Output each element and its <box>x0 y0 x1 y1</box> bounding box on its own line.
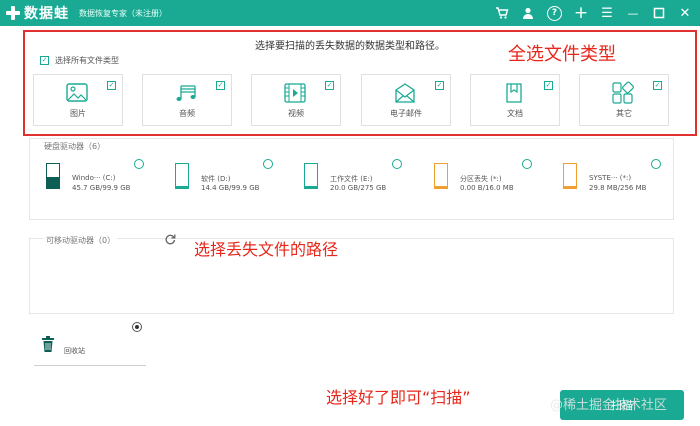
checkbox-icon[interactable]: ✓ <box>216 81 225 90</box>
drive-radio[interactable] <box>392 159 402 169</box>
file-type-label: 音频 <box>179 109 195 118</box>
drive-size: 0.00 B/16.0 MB <box>460 184 514 192</box>
drive-icon <box>304 163 318 189</box>
drive-size: 20.0 GB/275 GB <box>330 184 387 192</box>
video-icon <box>284 83 306 103</box>
file-type-other[interactable]: ✓ 其它 <box>579 74 669 126</box>
drive-name: 工作文件 (E:) <box>330 175 373 183</box>
checkbox-icon[interactable]: ✓ <box>107 81 116 90</box>
logo-plus-icon <box>6 6 20 20</box>
image-icon <box>66 83 88 102</box>
file-type-email[interactable]: ✓ 电子邮件 <box>361 74 451 126</box>
menu-icon[interactable]: ☰ <box>600 6 614 20</box>
lost-partition-icon <box>434 163 448 189</box>
drive-name: SYSTE··· (*:) <box>589 174 632 182</box>
file-type-label: 其它 <box>616 109 632 118</box>
drive-size: 14.4 GB/99.9 GB <box>201 184 260 192</box>
file-type-video[interactable]: ✓ 视频 <box>251 74 341 126</box>
lost-partition-icon <box>563 163 577 189</box>
drive-item[interactable]: SYSTE··· (*:) 29.8 MB/256 MB <box>549 139 669 192</box>
file-type-image[interactable]: ✓ 图片 <box>33 74 123 126</box>
file-type-label: 电子邮件 <box>390 109 422 118</box>
select-all-label: 选择所有文件类型 <box>55 56 119 65</box>
checkbox-icon[interactable]: ✓ <box>435 81 444 90</box>
refresh-icon[interactable] <box>164 233 176 245</box>
checkbox-icon[interactable]: ✓ <box>325 81 334 90</box>
email-icon <box>395 83 415 103</box>
checkbox-icon[interactable]: ✓ <box>40 56 49 65</box>
recycle-bin-icon <box>42 336 54 352</box>
removable-drives-panel: 可移动驱动器（0） <box>29 235 674 314</box>
file-type-label: 文档 <box>507 109 523 118</box>
drive-item[interactable]: Windo··· (C:) 45.7 GB/99.9 GB <box>32 139 152 192</box>
drive-name: Windo··· (C:) <box>72 174 116 182</box>
drive-radio[interactable] <box>134 159 144 169</box>
logo-text: 数据蛙 <box>24 6 69 22</box>
watermark: @稀土掘金技术社区 <box>550 398 668 413</box>
title-bar: 数据蛙 数据恢复专家（未注册） ? + ☰ — ✕ <box>0 0 700 26</box>
help-icon[interactable]: ? <box>547 5 562 21</box>
file-type-label: 图片 <box>70 109 86 118</box>
file-type-audio[interactable]: ✓ 音频 <box>142 74 232 126</box>
recycle-bin-item[interactable]: 回收站 <box>34 322 146 366</box>
minimize-icon[interactable]: — <box>626 6 640 20</box>
other-icon <box>612 81 634 104</box>
hard-drives-panel: 硬盘驱动器（6） Windo··· (C:) 45.7 GB/99.9 GB 软… <box>29 138 674 220</box>
cart-icon[interactable] <box>495 6 509 20</box>
recycle-bin-label: 回收站 <box>64 347 85 355</box>
drive-item[interactable]: 分区丢失 (*:) 0.00 B/16.0 MB <box>420 139 540 192</box>
drive-name: 分区丢失 (*:) <box>460 175 502 183</box>
title-bar-controls: ? + ☰ — ✕ <box>495 0 692 26</box>
drive-name: 软件 (D:) <box>201 175 231 183</box>
maximize-icon[interactable] <box>652 6 666 20</box>
removable-drives-title: 可移动驱动器（0） <box>44 235 118 246</box>
drive-item[interactable]: 工作文件 (E:) 20.0 GB/275 GB <box>290 139 410 192</box>
file-type-label: 视频 <box>288 109 304 118</box>
drive-size: 29.8 MB/256 MB <box>589 184 647 192</box>
drive-icon <box>175 163 189 189</box>
file-type-document[interactable]: ✓ 文档 <box>470 74 560 126</box>
drive-item[interactable]: 软件 (D:) 14.4 GB/99.9 GB <box>161 139 281 192</box>
annotation-select-types: 全选文件类型 <box>508 44 616 65</box>
audio-icon <box>176 85 196 101</box>
drive-radio[interactable] <box>522 159 532 169</box>
drive-radio[interactable] <box>263 159 273 169</box>
plus-icon[interactable]: + <box>574 4 588 21</box>
app-subtitle: 数据恢复专家（未注册） <box>79 8 167 18</box>
select-all-checkbox[interactable]: ✓ 选择所有文件类型 <box>40 55 119 66</box>
app-logo: 数据蛙 <box>6 3 69 23</box>
checkbox-icon[interactable]: ✓ <box>653 81 662 90</box>
drive-radio[interactable] <box>651 159 661 169</box>
annotation-select-path: 选择丢失文件的路径 <box>194 240 339 259</box>
annotation-scan-hint: 选择好了即可“扫描” <box>326 388 471 407</box>
user-icon[interactable] <box>521 6 535 20</box>
document-icon <box>506 83 522 103</box>
checkbox-icon[interactable]: ✓ <box>544 81 553 90</box>
recycle-bin-radio[interactable] <box>132 322 142 332</box>
close-icon[interactable]: ✕ <box>678 6 692 20</box>
drive-size: 45.7 GB/99.9 GB <box>72 184 131 192</box>
windows-drive-icon <box>46 163 60 189</box>
